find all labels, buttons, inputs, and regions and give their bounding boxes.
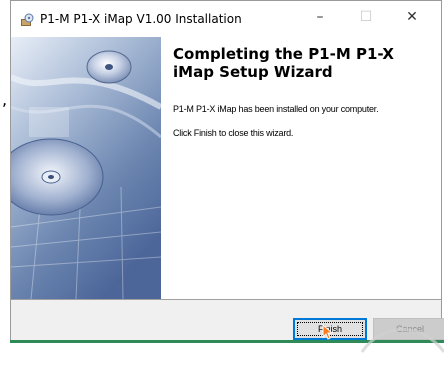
minimize-button[interactable]: – — [297, 1, 343, 33]
cd-artwork — [11, 37, 161, 299]
wizard-side-image — [11, 37, 161, 299]
background-text: , — [2, 90, 8, 109]
install-complete-text: P1-M P1-X iMap has been installed on you… — [173, 104, 379, 114]
close-button[interactable]: ✕ — [389, 1, 435, 33]
magnifier-overlay — [360, 328, 444, 353]
wizard-heading: Completing the P1-M P1-X iMap Setup Wiza… — [173, 45, 394, 81]
wizard-content: Completing the P1-M P1-X iMap Setup Wiza… — [161, 37, 441, 299]
finish-instruction-text: Click Finish to close this wizard. — [173, 128, 294, 138]
window-title: P1-M P1-X iMap V1.00 Installation — [40, 12, 242, 26]
maximize-button: ☐ — [343, 1, 389, 33]
maximize-icon: ☐ — [359, 9, 373, 25]
mouse-pointer-icon — [322, 324, 334, 340]
minimize-icon: – — [316, 9, 324, 25]
close-icon: ✕ — [406, 9, 418, 25]
title-bar[interactable]: P1-M P1-X iMap V1.00 Installation – ☐ ✕ — [11, 1, 441, 37]
installer-icon — [21, 13, 34, 26]
installer-window: P1-M P1-X iMap V1.00 Installation – ☐ ✕ — [10, 0, 444, 340]
desktop-background: , — [0, 0, 10, 348]
